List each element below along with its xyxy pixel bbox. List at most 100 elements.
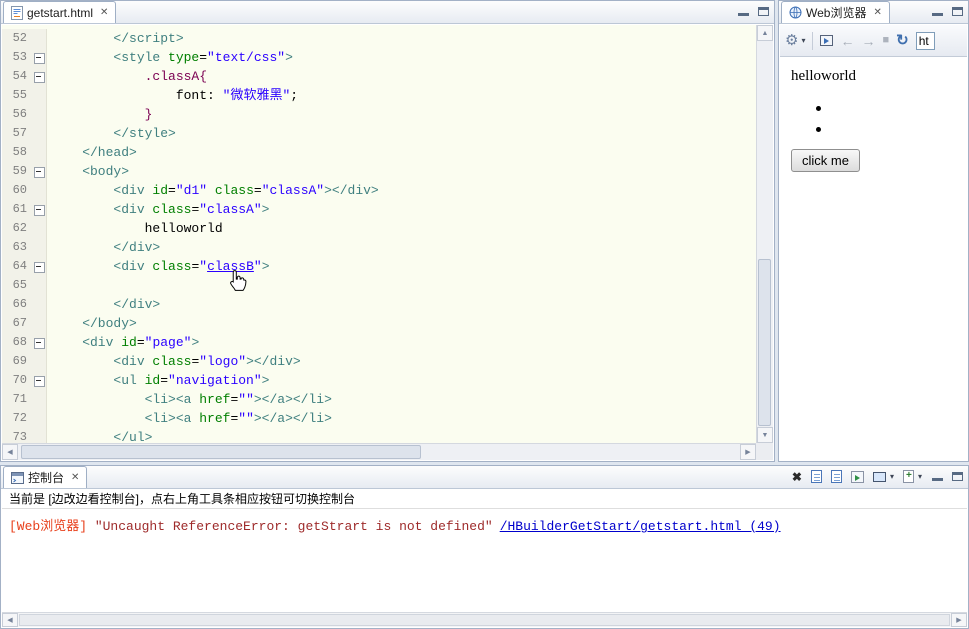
fold-collapse-icon[interactable] — [32, 371, 47, 390]
code-line[interactable]: 64 <div class="classB"> — [2, 257, 756, 276]
forward-icon[interactable]: → — [861, 34, 875, 48]
code-line[interactable]: 60 <div id="d1" class="classA"></div> — [2, 181, 756, 200]
line-number: 72 — [2, 409, 32, 428]
maximize-button[interactable] — [952, 7, 963, 16]
code-line[interactable]: 57 </style> — [2, 124, 756, 143]
code-text: <div class="logo"></div> — [51, 354, 301, 369]
code-text: <div id="d1" class="classA"></div> — [51, 183, 379, 198]
code-line[interactable]: 62 helloworld — [2, 219, 756, 238]
settings-gear-icon[interactable]: ⚙ — [785, 33, 798, 48]
line-number: 68 — [2, 333, 32, 352]
code-line[interactable]: 69 <div class="logo"></div> — [2, 352, 756, 371]
code-line[interactable]: 63 </div> — [2, 238, 756, 257]
fold-collapse-icon[interactable] — [32, 67, 47, 86]
minimize-button[interactable] — [932, 7, 943, 16]
code-line[interactable]: 61 <div class="classA"> — [2, 200, 756, 219]
scroll-left-icon[interactable]: ◀ — [2, 444, 18, 460]
code-text: } — [51, 107, 153, 122]
error-file-link[interactable]: /HBuilderGetStart/getstart.html (49) — [500, 519, 781, 534]
console-icon — [11, 471, 24, 484]
code-line[interactable]: 58 </head> — [2, 143, 756, 162]
code-line[interactable]: 56 } — [2, 105, 756, 124]
editor-vertical-scrollbar[interactable]: ▲ ▼ — [756, 25, 773, 443]
code-line[interactable]: 73 </ul> — [2, 428, 756, 443]
maximize-button[interactable] — [952, 472, 963, 481]
url-input[interactable] — [915, 31, 935, 50]
line-number: 52 — [2, 29, 32, 48]
code-text: <style type="text/css"> — [51, 50, 293, 65]
console-scroll-thumb[interactable] — [19, 614, 950, 626]
scroll-right-icon[interactable]: ▶ — [740, 444, 756, 460]
code-line[interactable]: 72 <li><a href=""></a></li> — [2, 409, 756, 428]
close-tab-icon[interactable]: ✕ — [100, 7, 108, 18]
scroll-up-icon[interactable]: ▲ — [757, 25, 773, 41]
tab-console[interactable]: 控制台 ✕ — [3, 466, 88, 488]
tab-getstart-html[interactable]: getstart.html ✕ — [3, 1, 117, 23]
code-editor[interactable]: 52 </script> 53 <style type="text/css"> 54… — [2, 25, 756, 443]
line-number: 57 — [2, 124, 32, 143]
scroll-right-icon[interactable]: ▶ — [951, 613, 967, 627]
code-text: </head> — [51, 145, 137, 160]
code-line[interactable]: 55 font: "微软雅黑"; — [2, 86, 756, 105]
export-console-icon[interactable] — [850, 470, 864, 483]
code-text: .classA{ — [51, 69, 208, 84]
tab-web-browser[interactable]: Web浏览器 ✕ — [781, 1, 890, 23]
error-message-text: "Uncaught ReferenceError: getStrart is n… — [87, 519, 493, 534]
clear-console-icon[interactable]: ✖ — [792, 471, 802, 483]
code-line[interactable]: 54 .classA{ — [2, 67, 756, 86]
vertical-scroll-thumb[interactable] — [758, 259, 771, 427]
stop-icon[interactable]: ■ — [882, 35, 889, 46]
line-number: 59 — [2, 162, 32, 181]
fold-gutter — [32, 29, 47, 48]
fold-collapse-icon[interactable] — [32, 200, 47, 219]
code-line[interactable]: 59 <body> — [2, 162, 756, 181]
chevron-down-icon[interactable]: ▾ — [801, 36, 805, 45]
fold-collapse-icon[interactable] — [32, 333, 47, 352]
horizontal-scroll-thumb[interactable] — [21, 445, 421, 459]
fold-collapse-icon[interactable] — [32, 257, 47, 276]
display-console-icon[interactable] — [872, 471, 886, 482]
back-icon[interactable]: ← — [840, 34, 854, 48]
toolbar-separator — [812, 31, 814, 50]
scroll-down-icon[interactable]: ▼ — [757, 427, 773, 443]
chevron-down-icon[interactable]: ▾ — [890, 472, 894, 481]
line-number: 66 — [2, 295, 32, 314]
minimize-button[interactable] — [932, 472, 943, 481]
fold-collapse-icon[interactable] — [32, 48, 47, 67]
rendered-helloworld-text: helloworld — [791, 68, 856, 84]
code-line[interactable]: 52 </script> — [2, 29, 756, 48]
line-number: 56 — [2, 105, 32, 124]
close-tab-icon[interactable]: ✕ — [873, 7, 881, 18]
editor-horizontal-scrollbar[interactable]: ◀ ▶ — [2, 443, 756, 460]
code-line[interactable]: 66 </div> — [2, 295, 756, 314]
code-text: </ul> — [51, 430, 153, 443]
open-external-browser-icon[interactable] — [820, 35, 834, 46]
maximize-button[interactable] — [758, 7, 769, 16]
browser-tab-label: Web浏览器 — [806, 6, 867, 20]
scroll-left-icon[interactable]: ◀ — [2, 613, 18, 627]
refresh-icon[interactable]: ↻ — [896, 33, 909, 48]
fold-gutter — [32, 219, 47, 238]
copy-log-icon[interactable] — [810, 470, 822, 483]
click-me-button[interactable]: click me — [791, 149, 860, 172]
editor-tabbar: getstart.html ✕ — [1, 1, 774, 24]
code-text: <ul id="navigation"> — [51, 373, 270, 388]
code-text: font: "微软雅黑"; — [51, 88, 299, 103]
code-line[interactable]: 65 — [2, 276, 756, 295]
minimize-button[interactable] — [738, 7, 749, 16]
save-log-icon[interactable] — [830, 470, 842, 483]
code-line[interactable]: 67 </body> — [2, 314, 756, 333]
scrollbar-corner — [756, 443, 773, 460]
browser-globe-icon — [789, 6, 802, 19]
chevron-down-icon[interactable]: ▾ — [918, 472, 922, 481]
console-horizontal-scrollbar[interactable]: ◀ ▶ — [2, 612, 967, 627]
code-line[interactable]: 71 <li><a href=""></a></li> — [2, 390, 756, 409]
code-line[interactable]: 53 <style type="text/css"> — [2, 48, 756, 67]
code-line[interactable]: 70 <ul id="navigation"> — [2, 371, 756, 390]
code-line[interactable]: 68 <div id="page"> — [2, 333, 756, 352]
close-tab-icon[interactable]: ✕ — [71, 472, 79, 483]
open-console-icon[interactable] — [902, 470, 914, 483]
fold-collapse-icon[interactable] — [32, 162, 47, 181]
fold-gutter — [32, 314, 47, 333]
